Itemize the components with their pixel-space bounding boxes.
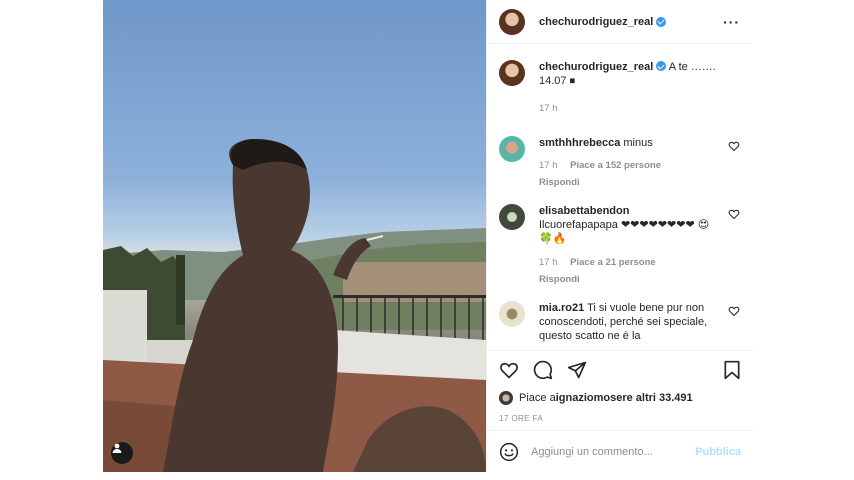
post-photo[interactable] <box>103 0 486 472</box>
likes-username[interactable]: ignaziomoser <box>556 392 627 404</box>
list-item: elisabettabendon Ilcuorefapapapa ❤❤❤❤❤❤❤… <box>499 204 740 287</box>
comment-icon[interactable] <box>533 360 553 380</box>
caption: chechurodriguez_real A te ……. 14.07 ⏹ 17… <box>499 60 740 116</box>
likes-others[interactable]: e altri 33.491 <box>627 392 693 404</box>
comment-username[interactable]: smthhhrebecca <box>539 137 620 149</box>
author-avatar[interactable] <box>499 8 525 35</box>
likes-summary[interactable]: Piace a ignaziomoser e altri 33.491 <box>499 391 741 405</box>
list-item: smthhhrebecca minus 17 h Piace a 152 per… <box>499 136 740 190</box>
heart-icon[interactable] <box>728 305 740 317</box>
author-username[interactable]: chechurodriguez_real <box>539 16 653 28</box>
author-avatar[interactable] <box>499 60 525 86</box>
post-header: chechurodriguez_real ··· <box>487 0 752 44</box>
comment-time[interactable]: 17 h <box>539 160 558 171</box>
comment-likes[interactable]: Piace a 152 persone <box>570 160 661 171</box>
share-icon[interactable] <box>567 360 587 380</box>
post-sidebar: chechurodriguez_real ··· chechurodriguez… <box>486 0 753 472</box>
avatar <box>499 391 513 405</box>
photo-scene <box>103 138 486 472</box>
avatar[interactable] <box>499 301 525 327</box>
comments-list: chechurodriguez_real A te ……. 14.07 ⏹ 17… <box>487 44 752 350</box>
verified-badge-icon <box>656 16 667 27</box>
comment-text: Ilcuorefapapapa ❤❤❤❤❤❤❤❤ 😍🍀🔥 <box>539 219 710 245</box>
caption-username[interactable]: chechurodriguez_real <box>539 61 653 73</box>
more-horizontal-icon[interactable]: ··· <box>723 14 740 30</box>
publish-button[interactable]: Pubblica <box>695 446 741 458</box>
heart-icon[interactable] <box>728 208 740 220</box>
comment-input[interactable] <box>531 445 696 458</box>
comment-text: minus <box>623 137 653 149</box>
avatar[interactable] <box>499 204 525 230</box>
bookmark-icon[interactable] <box>723 360 741 380</box>
heart-icon[interactable] <box>499 360 519 380</box>
list-item: mia.ro21 Ti si vuole bene pur non conosc… <box>499 301 740 343</box>
likes-prefix: Piace a <box>519 392 556 404</box>
add-comment-bar: Pubblica <box>487 430 753 472</box>
user-tag-icon[interactable] <box>111 442 133 464</box>
heart-icon[interactable] <box>728 140 740 152</box>
avatar[interactable] <box>499 136 525 162</box>
reply-button[interactable]: Rispondi <box>539 176 722 190</box>
emoji-icon[interactable] <box>499 442 519 462</box>
post-actions: Piace a ignaziomoser e altri 33.491 17 O… <box>487 350 753 430</box>
post-timestamp[interactable]: 17 ORE FA <box>499 414 741 423</box>
caption-time: 17 h <box>539 103 558 114</box>
comment-username[interactable]: elisabettabendon <box>539 205 629 217</box>
verified-badge-icon <box>656 61 667 71</box>
reply-button[interactable]: Rispondi <box>539 273 722 287</box>
comment-username[interactable]: mia.ro21 <box>539 302 584 314</box>
comment-likes[interactable]: Piace a 21 persone <box>570 257 656 268</box>
comment-time[interactable]: 17 h <box>539 257 558 268</box>
